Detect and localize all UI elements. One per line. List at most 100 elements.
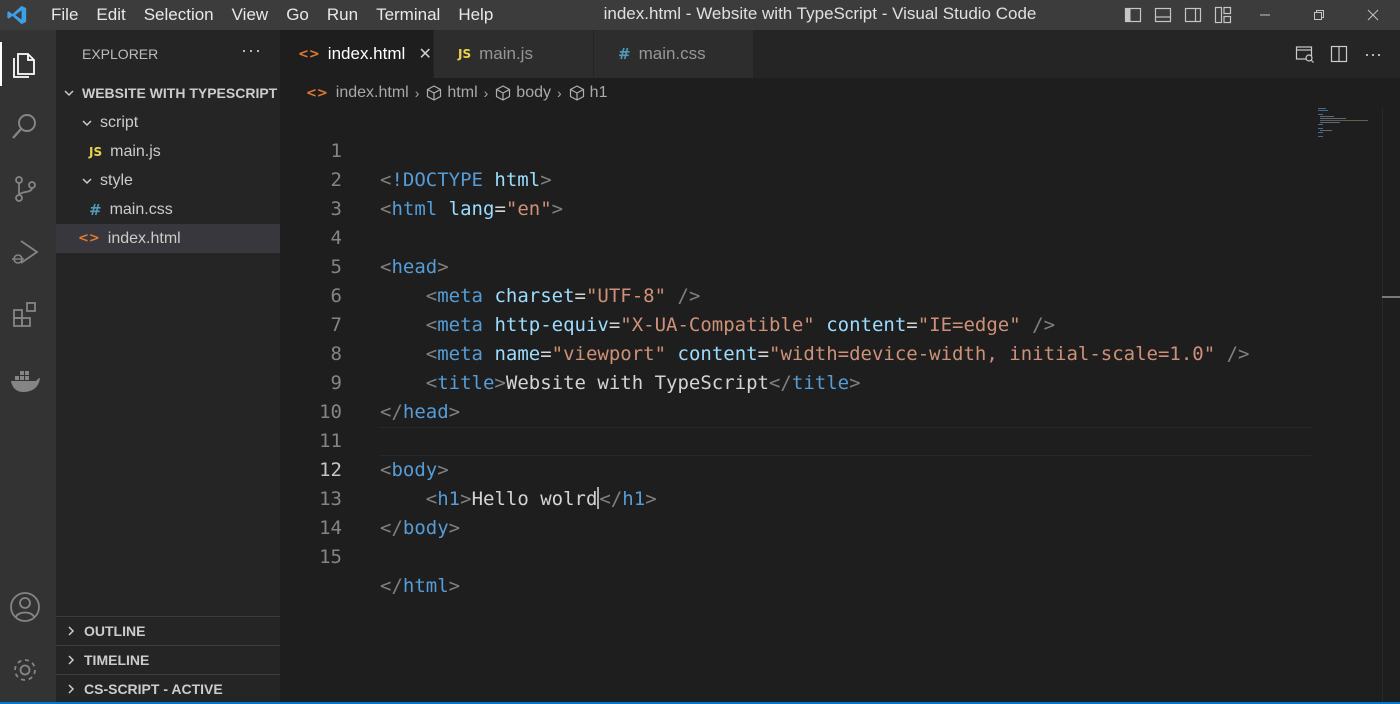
vscode-logo-icon xyxy=(2,0,32,30)
tab-label: main.js xyxy=(479,44,533,63)
cursor-position-marker xyxy=(1382,296,1400,298)
chevron-right-icon xyxy=(64,682,78,696)
minimap[interactable] xyxy=(1316,108,1380,138)
outline-section[interactable]: OUTLINE xyxy=(56,616,280,645)
code-line: 8 <title>Website with TypeScript</title> xyxy=(280,311,1310,394)
breadcrumb-h1[interactable]: h1 xyxy=(568,84,608,102)
breadcrumb-file[interactable]: <> index.html xyxy=(306,84,409,102)
chevron-right-icon: › xyxy=(414,85,420,101)
window-title: index.html - Website with TypeScript - V… xyxy=(603,4,1037,23)
timeline-section[interactable]: TIMELINE xyxy=(56,645,280,674)
code-line: 15 </html> xyxy=(280,514,1310,597)
breadcrumb-label: body xyxy=(516,84,551,101)
menu-view[interactable]: View xyxy=(223,0,278,30)
tab-label: index.html xyxy=(327,44,406,63)
tree-folder-style[interactable]: style xyxy=(56,166,280,195)
timeline-label: TIMELINE xyxy=(84,652,150,668)
breadcrumb-body[interactable]: body xyxy=(494,84,551,102)
symbol-element-icon xyxy=(496,85,511,101)
breadcrumb: <> index.html › html › body › h1 xyxy=(280,78,1400,108)
minimize-icon[interactable] xyxy=(1238,0,1292,30)
explorer-icon[interactable] xyxy=(0,39,50,89)
line-code: </html> xyxy=(380,575,461,597)
javascript-file-icon: JS xyxy=(458,47,472,61)
vertical-scrollbar[interactable] xyxy=(1382,108,1400,702)
html-file-icon: <> xyxy=(78,231,100,246)
code-line-current: 12 <h1>Hello wolrd </h1> xyxy=(280,427,1310,510)
code-line: 13 </body> xyxy=(280,456,1310,539)
chevron-down-icon xyxy=(62,86,76,100)
more-actions-icon[interactable]: ··· xyxy=(1356,37,1390,71)
settings-gear-icon[interactable] xyxy=(0,645,50,695)
extensions-icon[interactable] xyxy=(0,290,50,340)
docker-icon[interactable] xyxy=(0,356,50,406)
explorer-sidebar: EXPLORER ··· WEBSITE WITH TYPESCRIPT scr… xyxy=(56,30,280,702)
window-controls xyxy=(1238,0,1400,30)
menu-terminal[interactable]: Terminal xyxy=(367,0,449,30)
code-line: 3 xyxy=(280,166,1310,220)
menu-help[interactable]: Help xyxy=(449,0,502,30)
code-line: 4 <head> xyxy=(280,195,1310,278)
breadcrumb-file-label: index.html xyxy=(335,84,409,101)
breadcrumb-label: html xyxy=(447,84,478,101)
menu-file[interactable]: File xyxy=(42,0,87,30)
restore-icon[interactable] xyxy=(1292,0,1346,30)
css-file-icon: # xyxy=(618,45,631,63)
run-debug-icon[interactable] xyxy=(0,227,50,277)
code-editor[interactable]: 1 <!DOCTYPE html> 2 <html lang="en"> 3 4… xyxy=(280,108,1400,702)
project-folder-row[interactable]: WEBSITE WITH TYPESCRIPT xyxy=(56,78,280,107)
html-file-icon: <> xyxy=(306,85,328,101)
cs-script-section[interactable]: CS-SCRIPT - ACTIVE xyxy=(56,674,280,703)
menu-go[interactable]: Go xyxy=(277,0,318,30)
tab-index-html[interactable]: <> index.html ✕ xyxy=(280,30,434,78)
open-preview-icon[interactable] xyxy=(1288,37,1322,71)
chevron-right-icon: › xyxy=(483,85,489,101)
account-icon[interactable] xyxy=(0,582,50,632)
breadcrumb-label: h1 xyxy=(589,84,608,101)
tree-file-main-css[interactable]: # main.css xyxy=(56,195,280,224)
activity-bar xyxy=(0,30,56,702)
toggle-secondary-sidebar-icon[interactable] xyxy=(1178,0,1208,30)
menu-run[interactable]: Run xyxy=(318,0,367,30)
cs-script-label: CS-SCRIPT - ACTIVE xyxy=(84,681,223,697)
explorer-title: EXPLORER xyxy=(82,46,159,62)
toggle-primary-sidebar-icon[interactable] xyxy=(1118,0,1148,30)
chevron-right-icon xyxy=(64,624,78,638)
chevron-down-icon xyxy=(80,174,94,188)
code-line: 11 <body> xyxy=(280,398,1310,481)
code-line: 7 <meta name="viewport" content="width=d… xyxy=(280,282,1310,365)
chevron-right-icon: › xyxy=(557,85,562,101)
folder-label: style xyxy=(100,171,133,189)
tab-main-css[interactable]: # main.css xyxy=(594,30,754,78)
tree-file-main-js[interactable]: JS main.js xyxy=(56,137,280,166)
menu-selection[interactable]: Selection xyxy=(135,0,223,30)
javascript-file-icon: JS xyxy=(89,144,103,159)
file-label: main.css xyxy=(109,200,173,218)
symbol-element-icon xyxy=(569,85,584,101)
tab-main-js[interactable]: JS main.js xyxy=(434,30,594,78)
menu-edit[interactable]: Edit xyxy=(87,0,134,30)
source-control-icon[interactable] xyxy=(0,164,50,214)
search-icon[interactable] xyxy=(0,101,50,151)
code-line: 10 xyxy=(280,369,1310,423)
close-window-icon[interactable] xyxy=(1346,0,1400,30)
tree-folder-script[interactable]: script xyxy=(56,108,280,137)
customize-layout-icon[interactable] xyxy=(1208,0,1238,30)
toggle-panel-icon[interactable] xyxy=(1148,0,1178,30)
split-editor-icon[interactable] xyxy=(1322,37,1356,71)
tab-label: main.css xyxy=(638,44,706,63)
file-label: index.html xyxy=(107,229,181,247)
html-file-icon: <> xyxy=(298,46,320,62)
code-line: 1 <!DOCTYPE html> xyxy=(280,108,1310,191)
breadcrumb-html[interactable]: html xyxy=(425,84,478,102)
more-actions-icon[interactable]: ··· xyxy=(241,40,262,61)
code-line: 2 <html lang="en"> xyxy=(280,137,1310,220)
css-file-icon: # xyxy=(89,200,102,219)
tree-file-index-html[interactable]: <> index.html xyxy=(56,224,280,253)
outline-label: OUTLINE xyxy=(84,623,146,639)
folder-label: script xyxy=(100,113,139,131)
code-line: 6 <meta http-equiv="X-UA-Compatible" con… xyxy=(280,253,1310,336)
file-label: main.js xyxy=(110,142,161,160)
close-tab-icon[interactable]: ✕ xyxy=(417,44,433,64)
explorer-header: EXPLORER ··· xyxy=(56,30,280,78)
